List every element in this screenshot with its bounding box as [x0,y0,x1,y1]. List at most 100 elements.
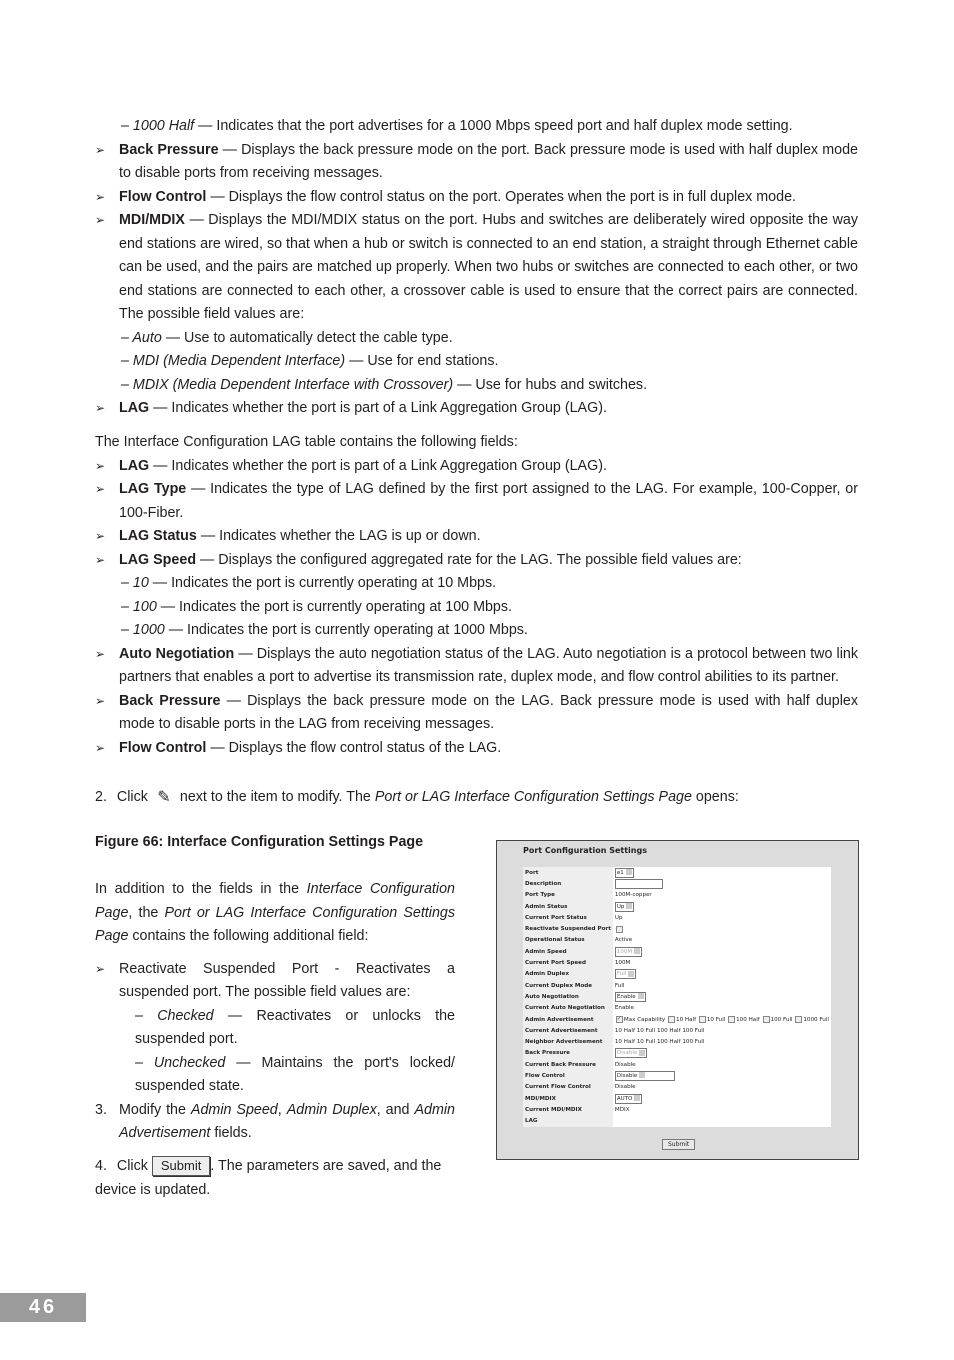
advertisement-checkbox[interactable] [668,1016,676,1023]
arrow-bullet-icon: ➢ [95,213,106,227]
advertisement-checkbox[interactable] [762,1016,770,1023]
option-label: 10 Full [706,1017,726,1023]
arrow-bullet-icon: ➢ [95,552,106,567]
field-label: Neighbor Advertisement [523,1036,613,1048]
text: — Indicates the type of LAG defined by t… [119,481,858,521]
field-label: Admin Speed [523,946,613,958]
step-number: 2. [95,789,107,805]
field-label: Current Advertisement [523,1025,613,1037]
field-cell: Up [613,901,831,912]
settings-row: Port e1 [523,867,831,879]
field-select[interactable]: AUTO [614,1093,643,1104]
text: Reactivate Suspended Port - Reactivates … [119,960,455,1001]
text: — Indicates whether the port is part of … [149,400,607,416]
bullet-item: ➢ LAG Status — Indicates whether the LAG … [95,525,858,549]
submit-button[interactable]: Submit [662,1139,696,1150]
sub-item: – MDI (Media Dependent Interface) — Use … [95,350,858,374]
bullet-item: ➢ LAG — Indicates whether the port is par… [95,455,858,479]
field-select[interactable]: Disable [614,1070,675,1081]
settings-row: Current Duplex Mode Full [523,979,831,992]
field-cell [613,1116,831,1127]
chevron-down-icon [637,993,644,1000]
step-2: 2. Click ✎ next to the item to modify. T… [95,786,858,810]
option-label: 100 Full [770,1017,793,1023]
field-value: 10 Half 10 Full 100 Half 100 Full [614,1027,705,1034]
settings-row: Admin Speed 100M [523,946,831,958]
option-label: Max Capability [623,1017,666,1023]
port-fields-section: – 1000 Half — Indicates that the port ad… [95,115,858,421]
text: – MDIX (Media Dependent Interface with C… [121,376,454,393]
text: – 100 [121,598,157,615]
text: – 10 [121,575,149,591]
field-select: 100M [614,946,643,957]
field-cell: e1 [613,867,831,878]
field-cell: Disable [613,1059,831,1070]
field-value: 100M [614,960,631,967]
field-name: Flow Control [119,188,207,205]
field-value: Disable [614,1084,636,1091]
field-select[interactable]: e1 [614,867,634,878]
field-cell: Up [613,912,831,923]
field-label: Admin Status [523,900,613,913]
chevron-down-icon [639,1049,646,1056]
field-name: Flow Control [119,739,207,756]
arrow-bullet-icon: ➢ [95,646,106,661]
settings-row: Current Flow Control Disable [523,1081,831,1093]
field-name: LAG Speed [119,551,197,568]
field-label: Current Auto Negotiation [523,1002,613,1014]
advertisement-checkbox[interactable] [698,1016,706,1023]
text: – 1000 [121,622,165,638]
sub-item: – 10 — Indicates the port is currently o… [95,572,858,596]
left-column: In addition to the fields in the Interfa… [95,878,455,1146]
settings-row: LAG [523,1115,831,1127]
settings-row: Admin Duplex Full [523,968,831,980]
advertisement-checkbox[interactable] [795,1016,803,1023]
text: — Displays the back pressure mode on the… [119,692,858,733]
text: fields. [210,1125,252,1141]
field-select[interactable]: Up [614,901,635,912]
arrow-bullet-icon: ➢ [95,482,106,496]
reactivate-checkbox[interactable] [615,925,623,933]
field-cell: Enable [613,991,831,1002]
arrow-bullet-icon: ➢ [95,693,106,708]
chevron-down-icon [634,1095,641,1102]
option-label: 100 Half [736,1017,760,1023]
sub-item: – Auto — Use to automatically detect the… [95,327,858,351]
select-value: Disable [616,1072,638,1079]
settings-row: Back Pressure Disable [523,1047,831,1060]
text: — Displays the configured aggregated rat… [196,551,742,568]
text: – Unchecked [135,1054,226,1071]
field-name: Auto Negotiation [119,645,235,662]
chevron-down-icon [628,970,635,977]
field-cell [613,923,831,934]
field-cell: 100M-copper [613,890,831,901]
field-label: LAG [523,1115,613,1127]
bullet-item: ➢ Back Pressure — Displays the back press… [95,139,858,186]
step-text: opens: [691,789,739,805]
field-name: Back Pressure [119,141,219,158]
port-configuration-screenshot: Port Configuration Settings Port e1 Descri… [496,840,859,1160]
text: — Indicates the port is currently operat… [148,575,497,591]
sub-item: – 1000 Half — Indicates that the port ad… [95,115,858,139]
text: contains the following additional field: [128,928,369,944]
arrow-bullet-icon: ➢ [95,961,106,976]
bullet-item: ➢ MDI/MDIX — Displays the MDI/MDIX status… [95,209,858,327]
field-name: LAG [119,400,150,416]
field-cell: Active [613,935,831,946]
text: – Auto [121,329,162,346]
chevron-down-icon [634,948,641,955]
field-select[interactable]: Enable [614,991,646,1002]
select-value: Full [616,971,627,978]
advertisement-checkbox[interactable] [728,1016,736,1023]
field-label: Port Type [523,889,613,901]
advertisement-checkbox[interactable]: ✓ [615,1016,623,1023]
settings-row: Description [523,878,831,890]
arrow-bullet-icon: ➢ [95,740,106,755]
bullet-item: ➢ LAG — Indicates whether the port is par… [95,397,858,421]
settings-row: Flow Control Disable [523,1070,831,1082]
bullet-item: ➢ Flow Control — Displays the flow contro… [95,186,858,210]
bullet-item: ➢ LAG Speed — Displays the configured agg… [95,549,858,573]
field-cell [613,878,831,889]
description-input[interactable] [614,878,663,889]
settings-row: Operational Status Active [523,934,831,947]
